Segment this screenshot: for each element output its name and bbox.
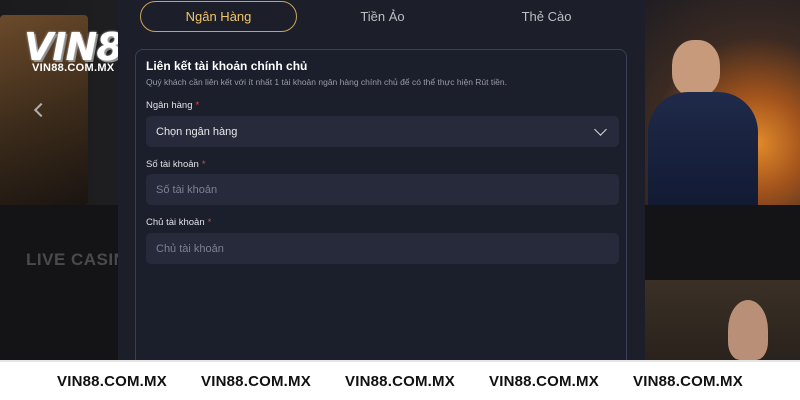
required-mark: * [201, 159, 206, 170]
watermark-text: VIN88.COM.MX [201, 372, 311, 390]
background-player-jersey [648, 92, 758, 205]
watermark-text: VIN88.COM.MX [57, 372, 167, 390]
bank-select[interactable]: Chọn ngân hàng [146, 116, 619, 147]
required-mark: * [195, 100, 200, 111]
account-holder-label: Chủ tài khoản * [146, 217, 211, 228]
bank-label: Ngân hàng * [146, 100, 199, 111]
watermark-bar: VIN88.COM.MX VIN88.COM.MX VIN88.COM.MX V… [0, 360, 800, 400]
withdraw-account-modal: Ngân Hàng Tiền Ảo Thẻ Cào Liên kết tài k… [118, 0, 645, 369]
account-number-input[interactable]: Số tài khoản [146, 174, 619, 205]
account-holder-placeholder: Chủ tài khoản [156, 242, 224, 255]
payment-method-tabs: Ngân Hàng Tiền Ảo Thẻ Cào [140, 0, 625, 32]
watermark-text: VIN88.COM.MX [489, 372, 599, 390]
background-casino-card [640, 280, 800, 360]
tab-card[interactable]: Thẻ Cào [468, 1, 625, 32]
account-number-placeholder: Số tài khoản [156, 183, 218, 196]
account-number-label-text: Số tài khoản [146, 159, 199, 170]
background-player-figure [672, 40, 720, 96]
background-dealer-figure [728, 300, 768, 360]
tab-bank[interactable]: Ngân Hàng [140, 0, 297, 32]
background-section-title: LIVE CASIN [26, 250, 127, 269]
watermark-text: VIN88.COM.MX [633, 372, 743, 390]
panel-description: Quý khách cần liên kết với ít nhất 1 tài… [146, 77, 507, 87]
account-holder-label-text: Chủ tài khoản [146, 217, 205, 228]
required-mark: * [207, 217, 212, 228]
link-account-panel: Liên kết tài khoản chính chủ Quý khách c… [135, 49, 627, 369]
bank-select-value: Chọn ngân hàng [156, 125, 238, 138]
account-holder-input[interactable]: Chủ tài khoản [146, 233, 619, 264]
logo-url: VIN88.COM.MX [32, 62, 115, 74]
panel-title: Liên kết tài khoản chính chủ [146, 59, 308, 73]
chevron-down-icon [594, 123, 607, 136]
account-number-label: Số tài khoản * [146, 159, 206, 170]
watermark-text: VIN88.COM.MX [345, 372, 455, 390]
bank-label-text: Ngân hàng [146, 100, 193, 111]
tab-crypto[interactable]: Tiền Ảo [304, 1, 461, 32]
